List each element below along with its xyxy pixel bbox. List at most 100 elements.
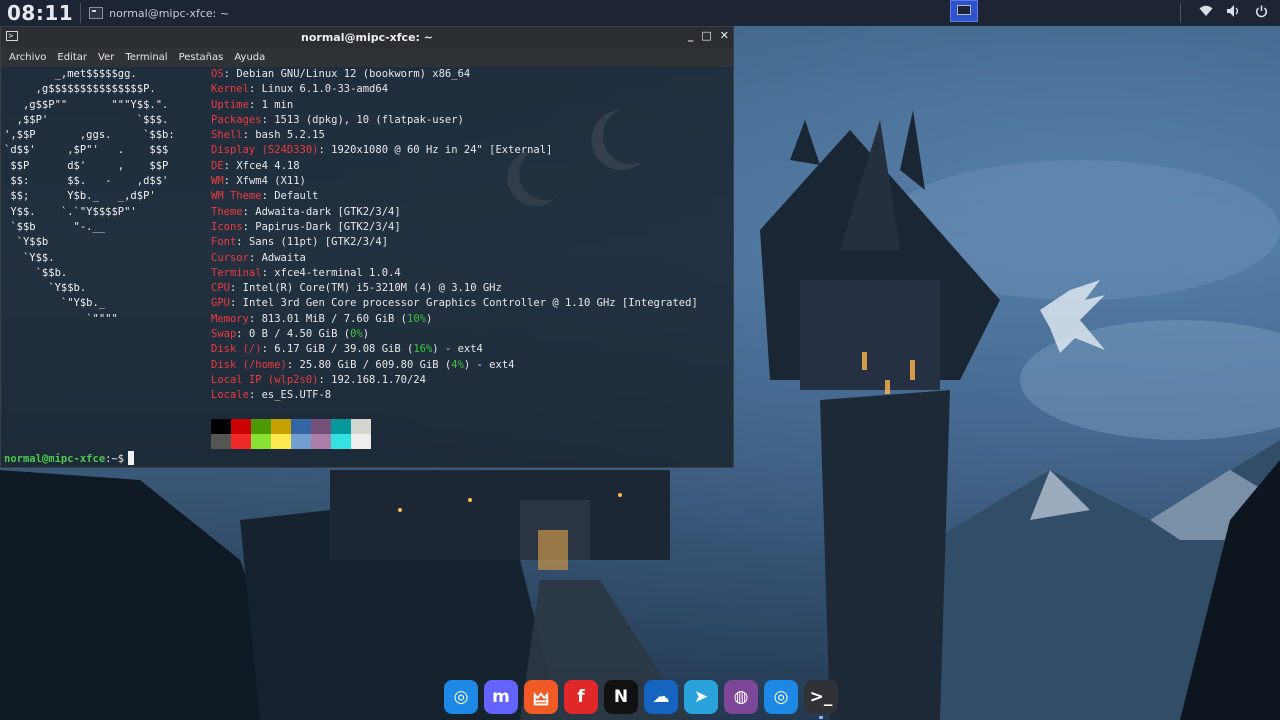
info-key: Shell <box>211 129 243 142</box>
logo-line: `"Y$b._ <box>4 297 106 310</box>
info-line: WM Theme: Default <box>211 190 319 203</box>
palette-swatch <box>271 434 291 449</box>
menu-pestanas[interactable]: Pestañas <box>179 52 224 63</box>
palette-swatch <box>331 419 351 434</box>
info-key: Locale <box>211 389 249 402</box>
safari-like-browser-icon[interactable]: ◎ <box>444 680 478 714</box>
info-key: Local IP (wlp2s0) <box>211 373 319 386</box>
info-line: Theme: Adwaita-dark [GTK2/3/4] <box>211 205 401 218</box>
prompt-path: :~$ <box>105 453 125 465</box>
maximize-button[interactable]: □ <box>701 29 711 42</box>
logo-line: `d$$' ,$P"' . $$$ <box>4 144 169 157</box>
debian-ascii-logo: _,met$$$$$gg. ,g$$$$$$$$$$$$$$$P. ,g$$P"… <box>4 67 175 327</box>
system-info: OS: Debian GNU/Linux 12 (bookworm) x86_6… <box>211 67 698 404</box>
logo-line: `"""" <box>4 312 118 325</box>
menu-bar: Archivo Editar Ver Terminal Pestañas Ayu… <box>1 48 733 67</box>
volume-icon[interactable] <box>1227 5 1241 21</box>
palette-swatch <box>211 434 231 449</box>
palette-swatch <box>291 419 311 434</box>
clock[interactable]: 08:11 <box>0 1 80 25</box>
info-key: Disk (/) <box>211 343 262 356</box>
info-value: Papirus-Dark [GTK2/3/4] <box>255 220 401 233</box>
info-key: CPU <box>211 282 230 295</box>
panel-separator <box>1180 3 1181 23</box>
usage-percent: 16% <box>413 343 433 356</box>
palette-swatch <box>251 434 271 449</box>
info-value-suffix: ) <box>425 312 433 325</box>
logo-line: _,met$$$$$gg. <box>4 68 137 80</box>
info-value: Default <box>274 190 319 203</box>
window-titlebar[interactable]: > normal@mipc-xfce: ~ _ □ ✕ <box>1 27 733 48</box>
netflix-icon[interactable]: N <box>604 680 638 714</box>
power-icon[interactable] <box>1255 5 1268 22</box>
info-value: Intel 3rd Gen Core processor Graphics Co… <box>242 297 698 310</box>
info-line: Swap: 0 B / 4.50 GiB (0%) <box>211 328 370 341</box>
color-palette <box>211 419 371 449</box>
terminal-app-icon[interactable]: >_ <box>804 680 838 719</box>
info-value: Xfce4 4.18 <box>236 159 300 172</box>
menu-editar[interactable]: Editar <box>57 52 87 63</box>
prompt-user: normal@mipc-xfce <box>4 453 106 465</box>
palette-swatch <box>351 419 371 434</box>
wifi-icon[interactable] <box>1199 5 1213 21</box>
workspace-switcher[interactable] <box>950 0 978 22</box>
info-line: Disk (/home): 25.80 GiB / 609.80 GiB (4%… <box>211 358 515 371</box>
info-line: Uptime: 1 min <box>211 98 294 111</box>
info-line: Locale: es_ES.UTF-8 <box>211 389 332 402</box>
menu-ver[interactable]: Ver <box>98 52 114 63</box>
minimize-button[interactable]: _ <box>688 29 694 42</box>
info-value: 813.01 MiB / 7.60 GiB ( <box>261 312 407 325</box>
flipboard-icon[interactable]: f <box>564 680 598 714</box>
palette-swatch <box>291 434 311 449</box>
shell-prompt[interactable]: normal@mipc-xfce:~$ <box>4 451 135 467</box>
info-key: WM Theme <box>211 190 262 203</box>
info-line: Cursor: Adwaita <box>211 251 306 264</box>
info-value: Xfwm4 (X11) <box>236 175 306 188</box>
terminal-window[interactable]: > normal@mipc-xfce: ~ _ □ ✕ Archivo Edit… <box>0 26 734 468</box>
logo-line: `Y$$b <box>4 236 49 249</box>
system-tray <box>1180 0 1280 26</box>
info-value: 0 B / 4.50 GiB ( <box>248 328 351 341</box>
terminal-output[interactable]: _,met$$$$$gg. ,g$$$$$$$$$$$$$$$P. ,g$$P"… <box>1 67 733 467</box>
info-value: es_ES.UTF-8 <box>261 389 332 402</box>
info-key: Swap <box>211 328 237 341</box>
menu-terminal[interactable]: Terminal <box>125 52 167 63</box>
brave-browser-icon[interactable]: 🜲 <box>524 680 558 714</box>
info-key: OS <box>211 68 224 80</box>
close-button[interactable]: ✕ <box>720 29 729 42</box>
text-cursor <box>128 451 135 465</box>
info-line: Font: Sans (11pt) [GTK2/3/4] <box>211 236 389 249</box>
mastodon-icon[interactable]: m <box>484 680 518 714</box>
info-value: 1513 (dpkg), 10 (flatpak-user) <box>274 113 464 126</box>
info-key: Disk (/home) <box>211 358 287 371</box>
taskbar-window-button[interactable]: normal@mipc-xfce: ~ <box>81 0 237 26</box>
info-key: Memory <box>211 312 249 325</box>
web-browser-icon[interactable]: ◎ <box>764 680 798 714</box>
tor-browser-icon[interactable]: ◍ <box>724 680 758 714</box>
info-value: Debian GNU/Linux 12 (bookworm) x86_64 <box>236 68 471 80</box>
info-line: Memory: 813.01 MiB / 7.60 GiB (10%) <box>211 312 433 325</box>
dock: ◎ m 🜲 f N ☁ ➤ ◍ ◎ >_ <box>444 680 838 719</box>
logo-line: $$: $$. - ,d$$' <box>4 175 169 188</box>
palette-swatch <box>311 419 331 434</box>
telegram-icon[interactable]: ➤ <box>684 680 718 714</box>
info-value-suffix: ) - ext4 <box>432 343 483 356</box>
logo-line: $$P d$' , $$P <box>4 159 169 172</box>
info-line: Local IP (wlp2s0): 192.168.1.70/24 <box>211 373 426 386</box>
info-line: Icons: Papirus-Dark [GTK2/3/4] <box>211 220 401 233</box>
window-title: normal@mipc-xfce: ~ <box>301 31 433 44</box>
info-line: GPU: Intel 3rd Gen Core processor Graphi… <box>211 297 698 310</box>
info-key: Uptime <box>211 98 249 111</box>
info-line: Kernel: Linux 6.1.0-33-amd64 <box>211 83 389 96</box>
menu-ayuda[interactable]: Ayuda <box>234 52 265 63</box>
menu-archivo[interactable]: Archivo <box>9 52 46 63</box>
logo-line: `Y$$b. <box>4 282 87 295</box>
weather-app-icon[interactable]: ☁ <box>644 680 678 714</box>
logo-line: ',$$P ,ggs. `$$b: <box>4 129 175 142</box>
info-value: 1920x1080 @ 60 Hz in 24" [External] <box>331 144 553 157</box>
info-value: Linux 6.1.0-33-amd64 <box>261 83 389 96</box>
usage-percent: 0% <box>350 328 363 341</box>
logo-line: `$$b "-.__ <box>4 220 106 233</box>
info-value-suffix: ) - ext4 <box>463 358 515 371</box>
info-key: Cursor <box>211 251 249 264</box>
